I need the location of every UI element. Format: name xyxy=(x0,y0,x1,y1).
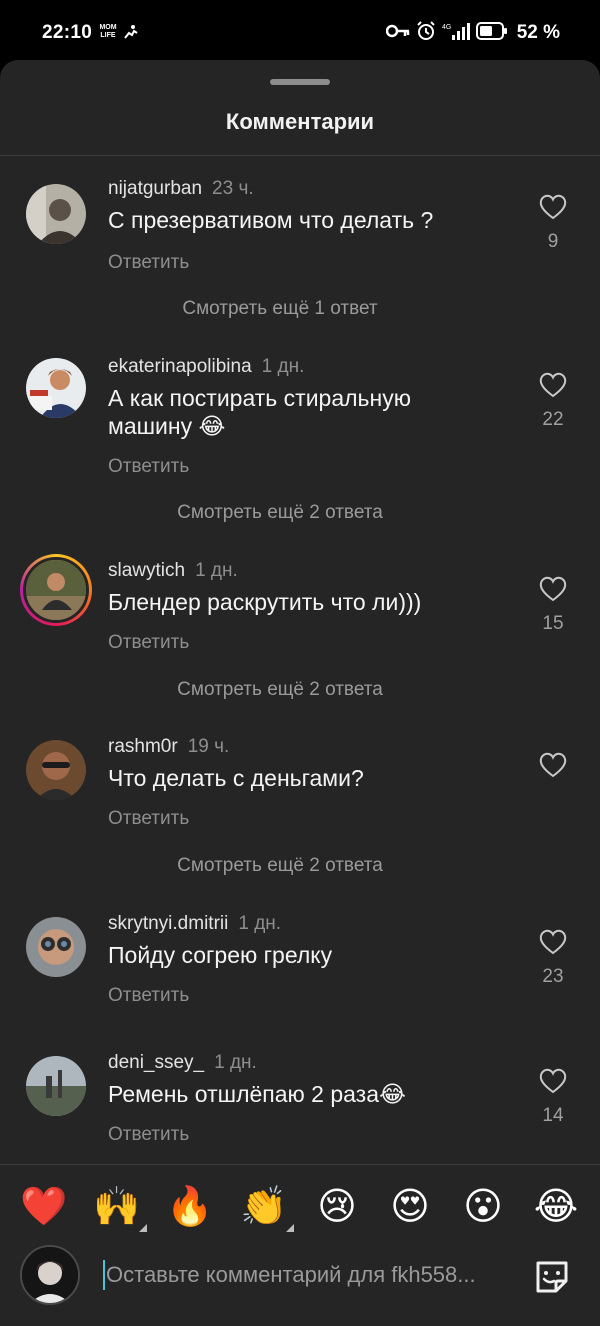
status-bar: 22:10 MOM LIFE 4G 52 % xyxy=(0,0,600,62)
comment-time: 1 дн. xyxy=(195,560,238,581)
svg-text:4G: 4G xyxy=(442,24,451,31)
avatar[interactable] xyxy=(26,740,86,800)
comment-text: Блендер раскрутить что ли))) xyxy=(108,589,422,615)
like-count: 23 xyxy=(542,966,564,987)
status-icons: 4G 52 % xyxy=(385,20,560,46)
like-button[interactable]: 23 xyxy=(533,929,573,988)
activity-icon xyxy=(122,24,140,45)
emoji-raised-hands[interactable]: 🙌 xyxy=(93,1182,147,1232)
emoji-crying[interactable]: 😢 xyxy=(313,1182,361,1230)
heart-outline-icon xyxy=(539,372,567,398)
emoji-laughing[interactable]: 😂 xyxy=(532,1182,580,1230)
signal-icon: 4G xyxy=(442,21,470,46)
skin-tone-indicator xyxy=(286,1224,294,1232)
comment-text: Что делать с деньгами? xyxy=(108,765,364,791)
my-avatar[interactable] xyxy=(20,1245,80,1305)
skin-tone-indicator xyxy=(139,1224,147,1232)
avatar[interactable] xyxy=(26,917,86,977)
emoji-surprised[interactable]: 😮 xyxy=(459,1182,507,1230)
view-more-replies[interactable]: Смотреть ещё 2 ответа xyxy=(0,502,560,524)
like-button[interactable]: 14 xyxy=(533,1068,573,1127)
like-button[interactable]: 15 xyxy=(533,576,573,635)
comment-time: 23 ч. xyxy=(212,178,254,199)
avatar-story-ring[interactable] xyxy=(20,554,92,626)
like-button[interactable] xyxy=(533,752,573,789)
comment-time: 1 дн. xyxy=(261,356,305,377)
comment-username[interactable]: nijatgurban xyxy=(108,178,202,199)
comment-time: 19 ч. xyxy=(187,736,230,757)
heart-outline-icon xyxy=(539,752,567,778)
reply-button[interactable]: Ответить xyxy=(108,252,189,274)
reply-button[interactable]: Ответить xyxy=(108,985,189,1007)
comment-text: С презервативом что делать ? xyxy=(108,207,434,233)
comment-username[interactable]: slawytich xyxy=(108,560,185,581)
sheet-grabber[interactable] xyxy=(270,79,330,85)
comment-text: А как постирать стиральную машину 😂 xyxy=(108,385,411,439)
comment-time: 1 дн. xyxy=(214,1052,257,1073)
like-count: 9 xyxy=(547,231,559,252)
comment-username[interactable]: ekaterinapolibina xyxy=(108,356,252,377)
battery-icon xyxy=(475,21,508,45)
divider xyxy=(0,1164,600,1165)
heart-outline-icon xyxy=(539,576,567,602)
avatar[interactable] xyxy=(26,358,86,418)
heart-outline-icon xyxy=(539,1068,567,1094)
emoji-clapping[interactable]: 👏 xyxy=(240,1182,294,1232)
comments-sheet: Комментарии nijatgurban 23 ч. С презерват… xyxy=(0,60,600,1326)
like-count: 15 xyxy=(542,613,564,634)
like-button[interactable]: 9 xyxy=(533,194,573,253)
sticker-button[interactable] xyxy=(532,1257,572,1297)
comment-text: Пойду согрею грелку xyxy=(108,942,333,968)
avatar[interactable] xyxy=(26,1056,86,1116)
like-button[interactable]: 22 xyxy=(533,372,573,431)
divider xyxy=(0,155,600,156)
comment-time: 1 дн. xyxy=(238,913,282,934)
emoji-heart[interactable]: ❤️ xyxy=(20,1182,68,1230)
clock: 22:10 xyxy=(42,22,93,43)
reply-button[interactable]: Ответить xyxy=(108,632,189,654)
like-count: 22 xyxy=(542,409,564,430)
key-icon xyxy=(385,24,410,43)
alarm-icon xyxy=(416,20,436,46)
like-count: 14 xyxy=(542,1105,564,1126)
comment-text: Ремень отшлёпаю 2 раза😂 xyxy=(108,1081,406,1107)
heart-outline-icon xyxy=(539,194,567,220)
view-more-replies[interactable]: Смотреть ещё 2 ответа xyxy=(0,855,560,877)
emoji-fire[interactable]: 🔥 xyxy=(166,1182,214,1230)
emoji-quick-bar: ❤️ 🙌 🔥 👏 😢 😍 😮 😂 xyxy=(0,1172,600,1238)
view-more-replies[interactable]: Смотреть ещё 2 ответа xyxy=(0,679,560,701)
avatar[interactable] xyxy=(26,184,86,244)
comment-username[interactable]: skrytnyi.dmitrii xyxy=(108,913,228,934)
comment-username[interactable]: deni_ssey_ xyxy=(108,1052,204,1073)
reply-button[interactable]: Ответить xyxy=(108,1124,189,1146)
emoji-heart-eyes[interactable]: 😍 xyxy=(386,1182,434,1230)
comment-input[interactable]: Оставьте комментарий для fkh558... xyxy=(106,1262,516,1288)
mom-life-app-icon: MOM LIFE xyxy=(99,24,117,39)
text-caret xyxy=(103,1260,105,1290)
reply-button[interactable]: Ответить xyxy=(108,456,189,478)
reply-button[interactable]: Ответить xyxy=(108,808,189,830)
comment-composer: Оставьте комментарий для fkh558... xyxy=(0,1243,600,1313)
comment-username[interactable]: rashm0r xyxy=(108,736,178,757)
sheet-title: Комментарии xyxy=(225,109,375,134)
battery-percent: 52 % xyxy=(516,22,560,43)
heart-outline-icon xyxy=(539,929,567,955)
sticker-smile-icon xyxy=(536,1261,568,1293)
view-more-replies[interactable]: Смотреть ещё 1 ответ xyxy=(0,298,560,320)
